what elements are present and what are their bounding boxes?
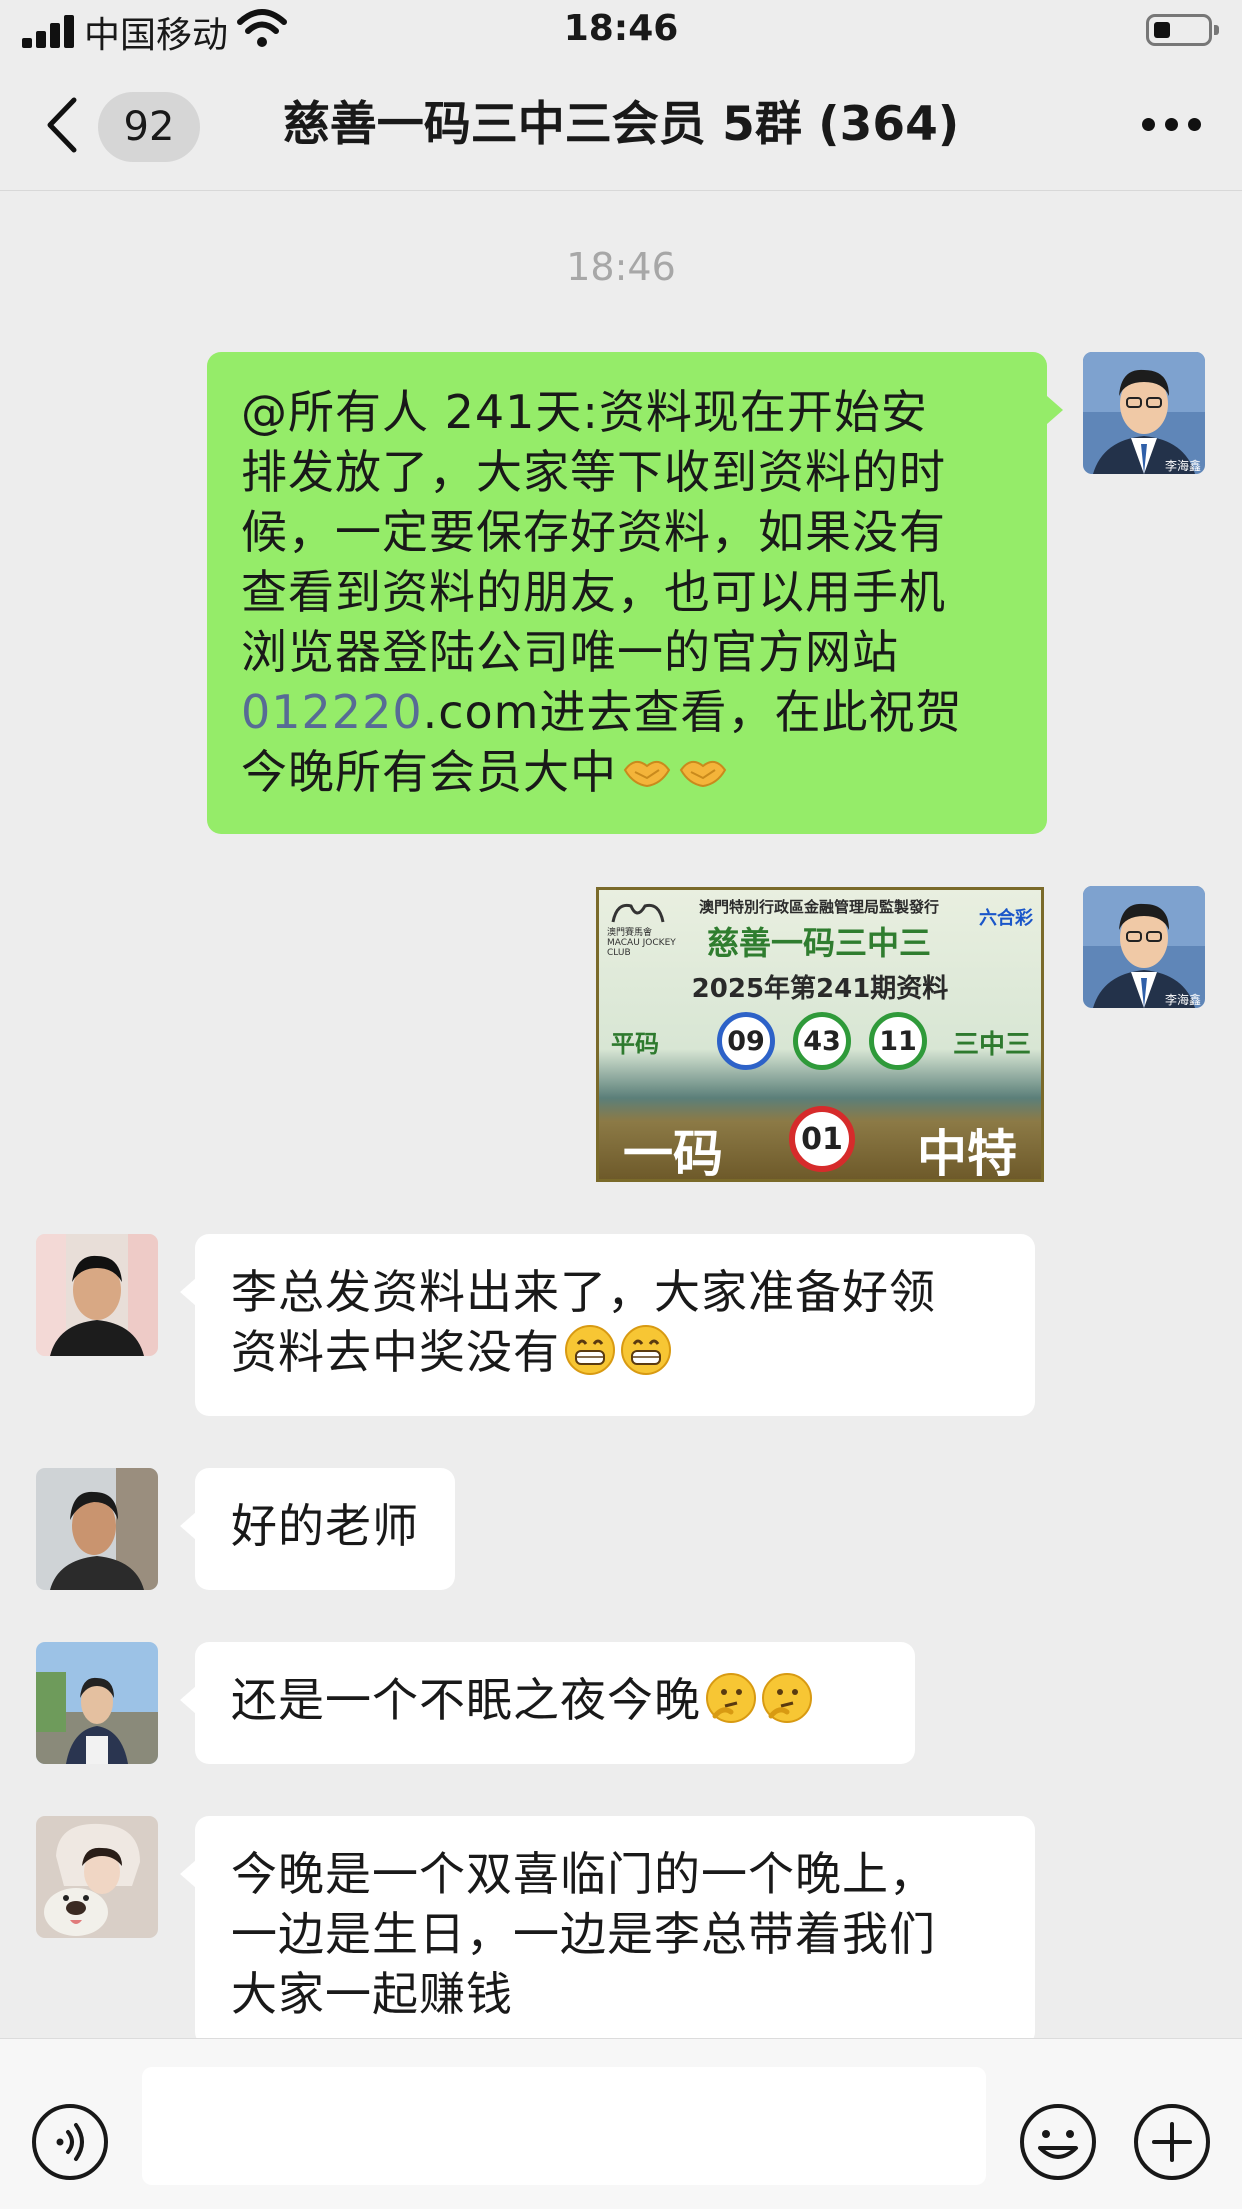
plus-icon[interactable] [1132, 2102, 1212, 2182]
bubble-tail [180, 1278, 196, 1306]
yima-label: 一码 [623, 1125, 723, 1182]
battery-icon [1146, 14, 1219, 46]
bubble-tail [180, 1860, 196, 1888]
message-line: @所有人 241天:资料现在开始安 [241, 385, 928, 439]
status-bar: 中国移动 18:46 [0, 0, 1242, 62]
svg-text:李海鑫: 李海鑫 [1165, 458, 1201, 473]
message-line: 资料去中奖没有 [231, 1322, 999, 1382]
message-line: 012220.com进去查看，在此祝贺 [241, 685, 963, 739]
message-line: 候，一定要保存好资料，如果没有 [241, 505, 946, 559]
message-bubble-incoming[interactable]: 今晚是一个双喜临门的一个晚上， 一边是生日，一边是李总带着我们 大家一起赚钱 [195, 1816, 1035, 2046]
message-timestamp: 18:46 [566, 245, 676, 289]
avatar[interactable] [36, 1642, 158, 1764]
issuer-text: 澳門特別行政區金融管理局監製發行 [699, 898, 940, 916]
club-name: 澳門賽馬會 MACAU JOCKEY CLUB [607, 928, 676, 958]
message-line: 今晚是一个双喜临门的一个晚上， [231, 1847, 936, 1901]
message-line: 大家一起赚钱 [231, 1967, 513, 2021]
status-time: 18:46 [563, 8, 679, 49]
brand-logo: 六合彩 [979, 908, 1033, 929]
message-line: 排发放了，大家等下收到资料的时 [241, 445, 946, 499]
avatar[interactable] [36, 1816, 158, 1938]
message-line: 一边是生日，一边是李总带着我们 [231, 1907, 936, 1961]
ping-label: 平码 [611, 1030, 659, 1058]
emoji-icon[interactable] [1018, 2102, 1098, 2182]
website-link[interactable]: 012220 [241, 685, 423, 739]
message-line: 今晚所有会员大中 [241, 742, 1013, 802]
grin-emoji [621, 1325, 671, 1375]
number-ball: 09 [717, 1012, 775, 1070]
message-line: 还是一个不眠之夜今晚 [231, 1670, 879, 1730]
thinking-emoji [706, 1673, 756, 1723]
zhongte-label: 中特 [917, 1125, 1017, 1182]
handshake-emoji [679, 760, 727, 788]
message-text: 好的老师 [231, 1499, 419, 1553]
svg-text:李海鑫: 李海鑫 [1165, 992, 1201, 1007]
bubble-tail [180, 1686, 196, 1714]
more-icon[interactable] [1142, 118, 1202, 134]
message-bubble-outgoing[interactable]: @所有人 241天:资料现在开始安 排发放了，大家等下收到资料的时 候，一定要保… [207, 352, 1047, 834]
message-bubble-incoming[interactable]: 还是一个不眠之夜今晚 [195, 1642, 915, 1764]
message-line: 李总发资料出来了，大家准备好领 [231, 1265, 936, 1319]
bubble-tail [180, 1512, 196, 1540]
message-input[interactable] [142, 2067, 986, 2185]
image-title: 慈善一码三中三 [706, 924, 931, 962]
message-bubble-incoming[interactable]: 李总发资料出来了，大家准备好领 资料去中奖没有 [195, 1234, 1035, 1416]
special-ball: 01 [789, 1106, 855, 1172]
bubble-tail [1047, 396, 1063, 424]
voice-icon[interactable] [30, 2102, 110, 2182]
chat-title: 慈善一码三中三会员 5群 (364) [282, 97, 960, 152]
message-bubble-incoming[interactable]: 好的老师 [195, 1468, 455, 1590]
thinking-emoji [762, 1673, 812, 1723]
sanzhongsan-label: 三中三 [952, 1030, 1031, 1060]
number-ball: 11 [869, 1012, 927, 1070]
number-ball: 43 [793, 1012, 851, 1070]
image-issue: 2025年第241期资料 [691, 974, 949, 1004]
input-bar [0, 2038, 1242, 2209]
lottery-image-message[interactable]: 澳門賽馬會 MACAU JOCKEY CLUB 澳門特別行政區金融管理局監製發行 … [596, 887, 1044, 1182]
handshake-emoji [623, 760, 671, 788]
chat-header: 92 慈善一码三中三会员 5群 (364) [0, 62, 1242, 191]
grin-emoji [565, 1325, 615, 1375]
avatar[interactable]: 李海鑫 [1083, 352, 1205, 474]
message-line: 浏览器登陆公司唯一的官方网站 [241, 625, 899, 679]
avatar[interactable] [36, 1234, 158, 1356]
avatar[interactable] [36, 1468, 158, 1590]
avatar[interactable]: 李海鑫 [1083, 886, 1205, 1008]
message-line: 查看到资料的朋友，也可以用手机 [241, 565, 946, 619]
